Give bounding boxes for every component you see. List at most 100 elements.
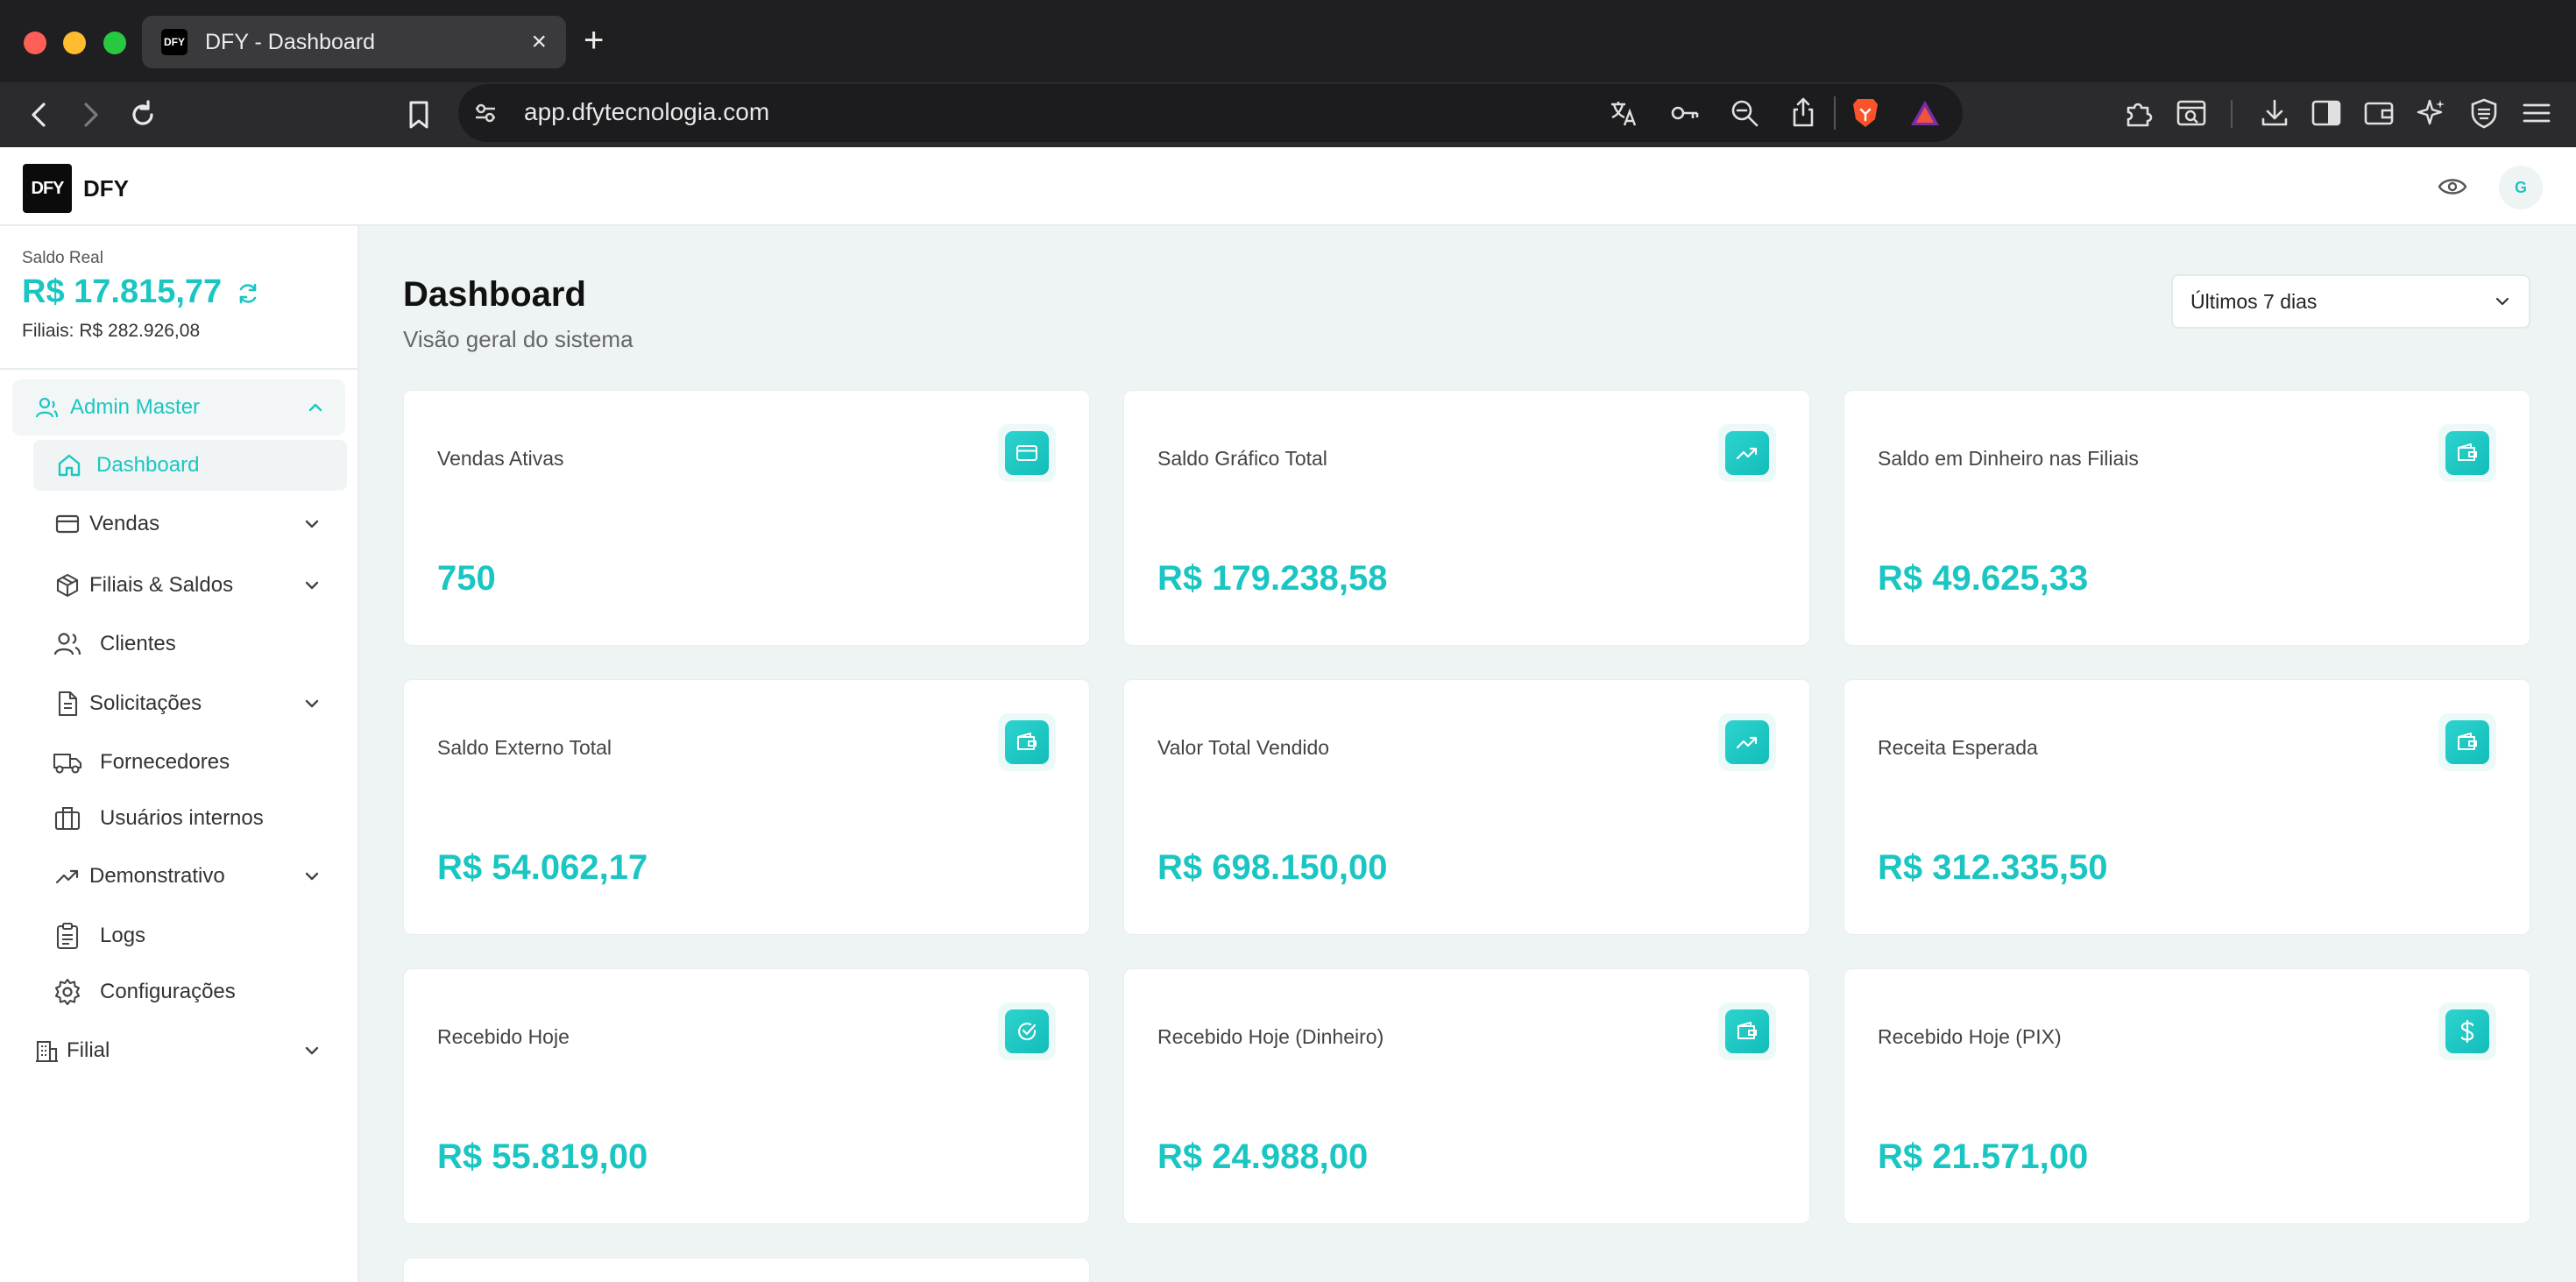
sidebar-item-logs[interactable]: Logs bbox=[53, 910, 347, 961]
new-tab-button[interactable]: + bbox=[584, 23, 604, 58]
sidebar-item-vendas[interactable]: Vendas bbox=[53, 499, 347, 549]
sidebar-item-fornecedores[interactable]: Fornecedores bbox=[53, 737, 347, 788]
card-title: Receita Esperada bbox=[1878, 736, 2038, 759]
stat-card-saldo-grafico-total: Saldo Gráfico Total R$ 179.238,58 bbox=[1123, 390, 1810, 646]
site-settings-icon[interactable] bbox=[472, 100, 499, 126]
wallet-icon bbox=[1718, 1002, 1776, 1060]
sidebar-item-label: Usuários internos bbox=[100, 806, 264, 830]
trending-up-icon bbox=[1718, 424, 1776, 482]
card-title: Valor Total Vendido bbox=[1157, 736, 1330, 759]
card-value: 750 bbox=[437, 559, 496, 598]
clipboard-icon bbox=[53, 921, 82, 951]
sidebar-item-filial[interactable]: Filial bbox=[32, 1025, 347, 1076]
window-close-button[interactable] bbox=[24, 32, 46, 54]
url-text[interactable]: app.dfytecnologia.com bbox=[524, 98, 769, 126]
browser-tab[interactable]: DFY DFY - Dashboard × bbox=[142, 16, 566, 68]
stat-card-saldo-dinheiro-filiais: Saldo em Dinheiro nas Filiais R$ 49.625,… bbox=[1844, 390, 2530, 646]
period-select[interactable]: Últimos 7 dias bbox=[2171, 274, 2530, 329]
card-title: Recebido Hoje (Dinheiro) bbox=[1157, 1025, 1384, 1048]
browser-tab-bar: DFY DFY - Dashboard × + bbox=[0, 0, 2576, 82]
chevron-down-icon[interactable] bbox=[303, 1042, 321, 1059]
share-icon[interactable] bbox=[1790, 96, 1816, 128]
card-value: R$ 49.625,33 bbox=[1878, 559, 2089, 598]
forward-icon[interactable] bbox=[72, 96, 109, 133]
dfy-logo[interactable]: DFY bbox=[23, 164, 72, 213]
gear-icon bbox=[53, 977, 82, 1007]
avatar[interactable]: G bbox=[2499, 166, 2543, 209]
app-header: DFY DFY G bbox=[0, 147, 2576, 226]
extensions-icon[interactable] bbox=[2120, 95, 2157, 131]
sidebar-item-solicitacoes[interactable]: Solicitações bbox=[53, 678, 347, 729]
sidebar-item-label: Fornecedores bbox=[100, 750, 230, 774]
sidebar-item-label: Demonstrativo bbox=[89, 864, 225, 888]
card-value: R$ 698.150,00 bbox=[1157, 848, 1388, 887]
chevron-down-icon[interactable] bbox=[303, 868, 321, 885]
brave-rewards-icon[interactable] bbox=[1909, 98, 1941, 128]
chevron-down-icon[interactable] bbox=[303, 515, 321, 533]
stat-card-partial bbox=[403, 1257, 1090, 1282]
sidebar-item-usuarios-internos[interactable]: Usuários internos bbox=[53, 793, 347, 844]
vpn-shield-icon[interactable] bbox=[2466, 95, 2502, 131]
card-title: Saldo Externo Total bbox=[437, 736, 612, 759]
sidebar-item-label: Dashboard bbox=[96, 453, 200, 477]
sidebar-item-clientes[interactable]: Clientes bbox=[53, 619, 347, 669]
stat-card-recebido-hoje: Recebido Hoje R$ 55.819,00 bbox=[403, 968, 1090, 1224]
wallet-icon bbox=[2438, 424, 2496, 482]
tab-close-icon[interactable]: × bbox=[531, 27, 547, 57]
card-title: Saldo Gráfico Total bbox=[1157, 447, 1327, 470]
sidebar-divider bbox=[0, 368, 357, 370]
back-icon[interactable] bbox=[21, 96, 58, 133]
stat-card-receita-esperada: Receita Esperada R$ 312.335,50 bbox=[1844, 679, 2530, 935]
translate-icon[interactable] bbox=[1609, 98, 1638, 128]
sidebar-item-configuracoes[interactable]: Configurações bbox=[53, 967, 347, 1017]
chevron-down-icon[interactable] bbox=[303, 695, 321, 712]
sidebar-toggle-icon[interactable] bbox=[2308, 95, 2345, 131]
card-title: Saldo em Dinheiro nas Filiais bbox=[1878, 447, 2139, 470]
page-subtitle: Visão geral do sistema bbox=[403, 326, 633, 352]
document-icon bbox=[53, 689, 82, 719]
card-value: R$ 24.988,00 bbox=[1157, 1137, 1369, 1176]
dollar-icon bbox=[2438, 1002, 2496, 1060]
sidebar-item-filiais-saldos[interactable]: Filiais & Saldos bbox=[53, 560, 347, 611]
sidebar-item-label: Configurações bbox=[100, 980, 236, 1003]
leo-ai-icon[interactable] bbox=[2413, 95, 2450, 131]
password-key-icon[interactable] bbox=[1670, 100, 1700, 126]
sidebar-item-label: Vendas bbox=[89, 512, 160, 535]
credit-card-icon bbox=[998, 424, 1056, 482]
period-select-value: Últimos 7 dias bbox=[2190, 289, 2318, 313]
window-zoom-button[interactable] bbox=[103, 32, 126, 54]
sidebar-item-dashboard[interactable]: Dashboard bbox=[33, 440, 347, 491]
check-circle-icon bbox=[998, 1002, 1056, 1060]
chevron-up-icon[interactable] bbox=[307, 399, 324, 416]
nav-group-admin-master[interactable]: Admin Master bbox=[12, 379, 345, 436]
eye-icon[interactable] bbox=[2438, 175, 2467, 198]
zoom-out-icon[interactable] bbox=[1730, 98, 1759, 128]
wallet-icon bbox=[998, 713, 1056, 771]
tab-title: DFY - Dashboard bbox=[205, 29, 376, 54]
wallet-icon bbox=[2438, 713, 2496, 771]
window-minimize-button[interactable] bbox=[63, 32, 86, 54]
branches-balance: Filiais: R$ 282.926,08 bbox=[22, 321, 201, 341]
card-title: Recebido Hoje bbox=[437, 1025, 570, 1048]
app-viewport: DFY DFY G Saldo Real R$ 17.815,77 Filiai… bbox=[0, 147, 2576, 1282]
bookmark-icon[interactable] bbox=[400, 96, 437, 133]
chevron-down-icon[interactable] bbox=[303, 577, 321, 594]
card-value: R$ 179.238,58 bbox=[1157, 559, 1388, 598]
reader-search-icon[interactable] bbox=[2173, 95, 2210, 131]
user-icon bbox=[32, 393, 61, 422]
downloads-icon[interactable] bbox=[2256, 95, 2293, 131]
brave-shields-icon[interactable] bbox=[1851, 96, 1880, 130]
reload-icon[interactable] bbox=[124, 96, 161, 133]
truck-icon bbox=[53, 747, 82, 777]
wallet-icon[interactable] bbox=[2360, 95, 2397, 131]
nav-group-header: Admin Master bbox=[32, 382, 200, 433]
menu-icon[interactable] bbox=[2518, 95, 2555, 131]
brand-name: DFY bbox=[83, 175, 129, 202]
stat-card-saldo-externo-total: Saldo Externo Total R$ 54.062,17 bbox=[403, 679, 1090, 935]
tab-favicon-icon: DFY bbox=[161, 29, 188, 55]
page-title: Dashboard bbox=[403, 275, 586, 314]
refresh-icon[interactable] bbox=[237, 282, 259, 305]
stat-card-valor-total-vendido: Valor Total Vendido R$ 698.150,00 bbox=[1123, 679, 1810, 935]
sidebar-item-demonstrativo[interactable]: Demonstrativo bbox=[53, 851, 347, 902]
card-value: R$ 55.819,00 bbox=[437, 1137, 648, 1176]
